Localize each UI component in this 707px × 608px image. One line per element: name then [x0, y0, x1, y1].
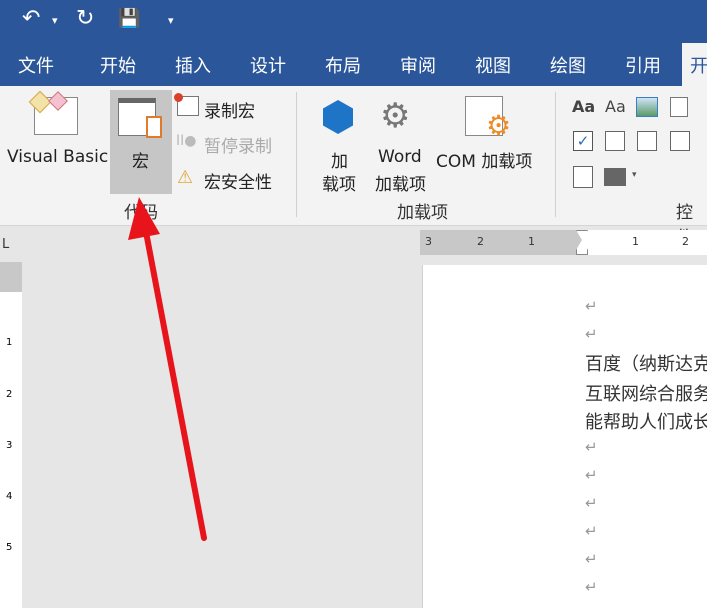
annotation-arrow — [128, 197, 207, 541]
